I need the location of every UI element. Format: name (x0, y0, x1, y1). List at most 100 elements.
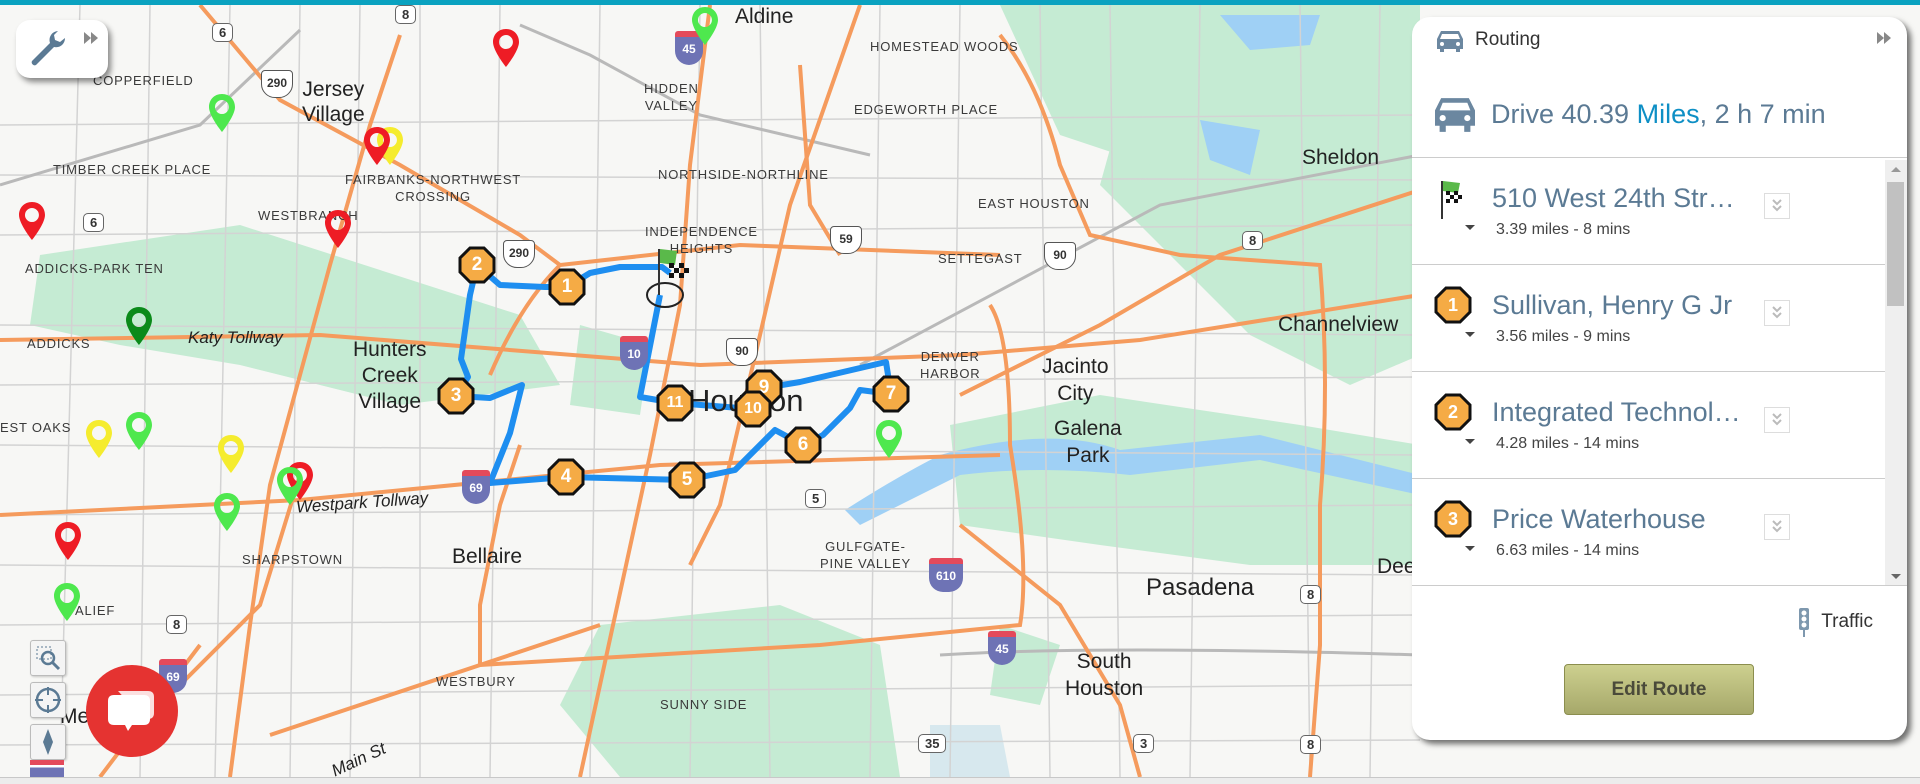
car-icon (1437, 31, 1463, 52)
expand-stop-button[interactable] (1764, 300, 1790, 326)
place-label: ADDICKS (27, 336, 91, 351)
red-location-pin[interactable] (362, 125, 392, 169)
place-label: Aldine (735, 5, 794, 28)
place-label: DENVER HARBOR (920, 349, 981, 381)
traffic-toggle[interactable]: Traffic (1799, 608, 1873, 637)
route-stop-item[interactable]: 2 Integrated Technol… 4.28 miles - 14 mi… (1412, 371, 1885, 479)
routing-panel: Routing Drive 40.39 Miles, 2 h 7 min 510… (1412, 17, 1907, 740)
route-stop-marker[interactable]: 10 (734, 390, 772, 428)
interstate-shield: 610 (929, 558, 963, 592)
green-location-pin[interactable] (207, 92, 237, 136)
double-chevron-down-icon (1772, 306, 1782, 319)
caret-down-icon[interactable] (1465, 439, 1475, 444)
checkered-flag-icon (1441, 181, 1462, 219)
dark-green-location-pin[interactable] (124, 305, 154, 349)
scroll-up-arrow[interactable] (1891, 167, 1901, 172)
route-stop-marker[interactable]: 1 (548, 268, 586, 306)
caret-down-icon[interactable] (1465, 332, 1475, 337)
scroll-thumb[interactable] (1887, 182, 1904, 306)
top-accent-bar (0, 0, 1920, 5)
state-route-shield: 35 (918, 734, 947, 753)
interstate-shield: 69 (462, 470, 490, 504)
scroll-down-arrow[interactable] (1891, 574, 1901, 579)
list-scrollbar[interactable] (1885, 160, 1907, 585)
edit-route-button[interactable]: Edit Route (1564, 664, 1754, 715)
stop-distance-time: 6.63 miles - 14 mins (1496, 542, 1640, 559)
distance-text: Drive 40.39 (1491, 99, 1637, 129)
place-label: COPPERFIELD (93, 73, 194, 88)
stop-name[interactable]: Integrated Technol… (1492, 397, 1741, 428)
double-chevron-down-icon (1772, 520, 1782, 533)
stop-name[interactable]: Sullivan, Henry G Jr (1492, 290, 1732, 321)
green-location-pin[interactable] (52, 581, 82, 625)
traffic-light-icon (1799, 608, 1810, 637)
route-stop-item[interactable]: 1 Sullivan, Henry G Jr 3.56 miles - 9 mi… (1412, 264, 1885, 372)
green-location-pin[interactable] (874, 418, 904, 462)
tools-button[interactable] (16, 20, 108, 78)
place-label: EDGEWORTH PLACE (854, 102, 998, 117)
place-label: Jersey Village (302, 78, 365, 126)
red-location-pin[interactable] (17, 200, 47, 244)
yellow-location-pin[interactable] (84, 418, 114, 462)
route-summary: Drive 40.39 Miles, 2 h 7 min (1412, 79, 1907, 158)
expand-stop-button[interactable] (1764, 193, 1790, 219)
route-stop-item[interactable]: 510 West 24th Str… 3.39 miles - 8 mins (1412, 157, 1885, 265)
route-start-flag[interactable] (645, 245, 705, 310)
stop-number-badge: 2 (1434, 393, 1474, 437)
expand-stop-button[interactable] (1764, 407, 1790, 433)
stop-number: 2 (471, 254, 483, 275)
panel-title: Routing (1475, 29, 1541, 50)
red-location-pin[interactable] (323, 208, 353, 252)
green-location-pin[interactable] (275, 465, 305, 509)
route-stop-marker[interactable]: 7 (872, 375, 910, 413)
caret-down-icon[interactable] (1465, 225, 1475, 230)
place-label: Hunters Creek Village (353, 338, 427, 413)
compass-icon (43, 729, 53, 755)
compass-button[interactable] (30, 724, 66, 760)
route-stop-marker[interactable]: 3 (437, 377, 475, 415)
route-stops-list[interactable]: 510 West 24th Str… 3.39 miles - 8 mins 1… (1412, 157, 1907, 586)
zoom-region-icon (36, 646, 61, 671)
map-layer-toggle[interactable] (30, 760, 64, 777)
stop-name[interactable]: 510 West 24th Str… (1492, 183, 1735, 214)
route-stop-marker[interactable]: 6 (784, 426, 822, 464)
state-route-shield: 8 (1242, 231, 1264, 250)
state-route-shield: 6 (83, 213, 105, 232)
green-location-pin[interactable] (124, 410, 154, 454)
stop-number: 7 (885, 383, 897, 404)
stop-name[interactable]: Price Waterhouse (1492, 504, 1706, 535)
us-route-shield: 290 (503, 240, 535, 268)
green-location-pin[interactable] (212, 491, 242, 535)
locate-button[interactable] (30, 682, 66, 718)
stop-number: 5 (681, 469, 693, 490)
place-label: ADDICKS-PARK TEN (25, 261, 164, 276)
zoom-region-button[interactable] (30, 640, 66, 676)
route-summary-text: Drive 40.39 Miles, 2 h 7 min (1491, 99, 1826, 130)
place-label: HIDDEN VALLEY (644, 81, 699, 113)
chat-button[interactable] (86, 665, 178, 757)
route-stop-item[interactable]: 3 Price Waterhouse 6.63 miles - 14 mins (1412, 478, 1885, 586)
red-location-pin[interactable] (491, 27, 521, 71)
caret-down-icon[interactable] (1465, 546, 1475, 551)
route-stop-marker[interactable]: 5 (668, 461, 706, 499)
stop-number-badge: 3 (1434, 500, 1474, 544)
stop-number: 6 (797, 434, 809, 455)
units-toggle-link[interactable]: Miles (1637, 99, 1700, 129)
double-chevron-right-icon[interactable] (84, 32, 100, 44)
green-location-pin[interactable] (690, 5, 720, 49)
place-label: Sheldon (1302, 146, 1380, 169)
route-stop-marker[interactable]: 2 (458, 246, 496, 284)
place-label: Channelview (1278, 313, 1399, 336)
double-chevron-right-icon[interactable] (1877, 32, 1893, 44)
yellow-location-pin[interactable] (216, 433, 246, 477)
car-icon (1435, 98, 1475, 132)
interstate-shield: 45 (988, 631, 1016, 665)
route-stop-marker[interactable]: 4 (547, 458, 585, 496)
stop-number: 1 (561, 276, 573, 297)
place-label: SHARPSTOWN (242, 552, 343, 567)
route-stop-marker[interactable]: 11 (656, 384, 694, 422)
expand-stop-button[interactable] (1764, 514, 1790, 540)
chat-bubbles-icon (108, 691, 154, 731)
red-location-pin[interactable] (53, 520, 83, 564)
stop-number: 4 (560, 466, 572, 487)
